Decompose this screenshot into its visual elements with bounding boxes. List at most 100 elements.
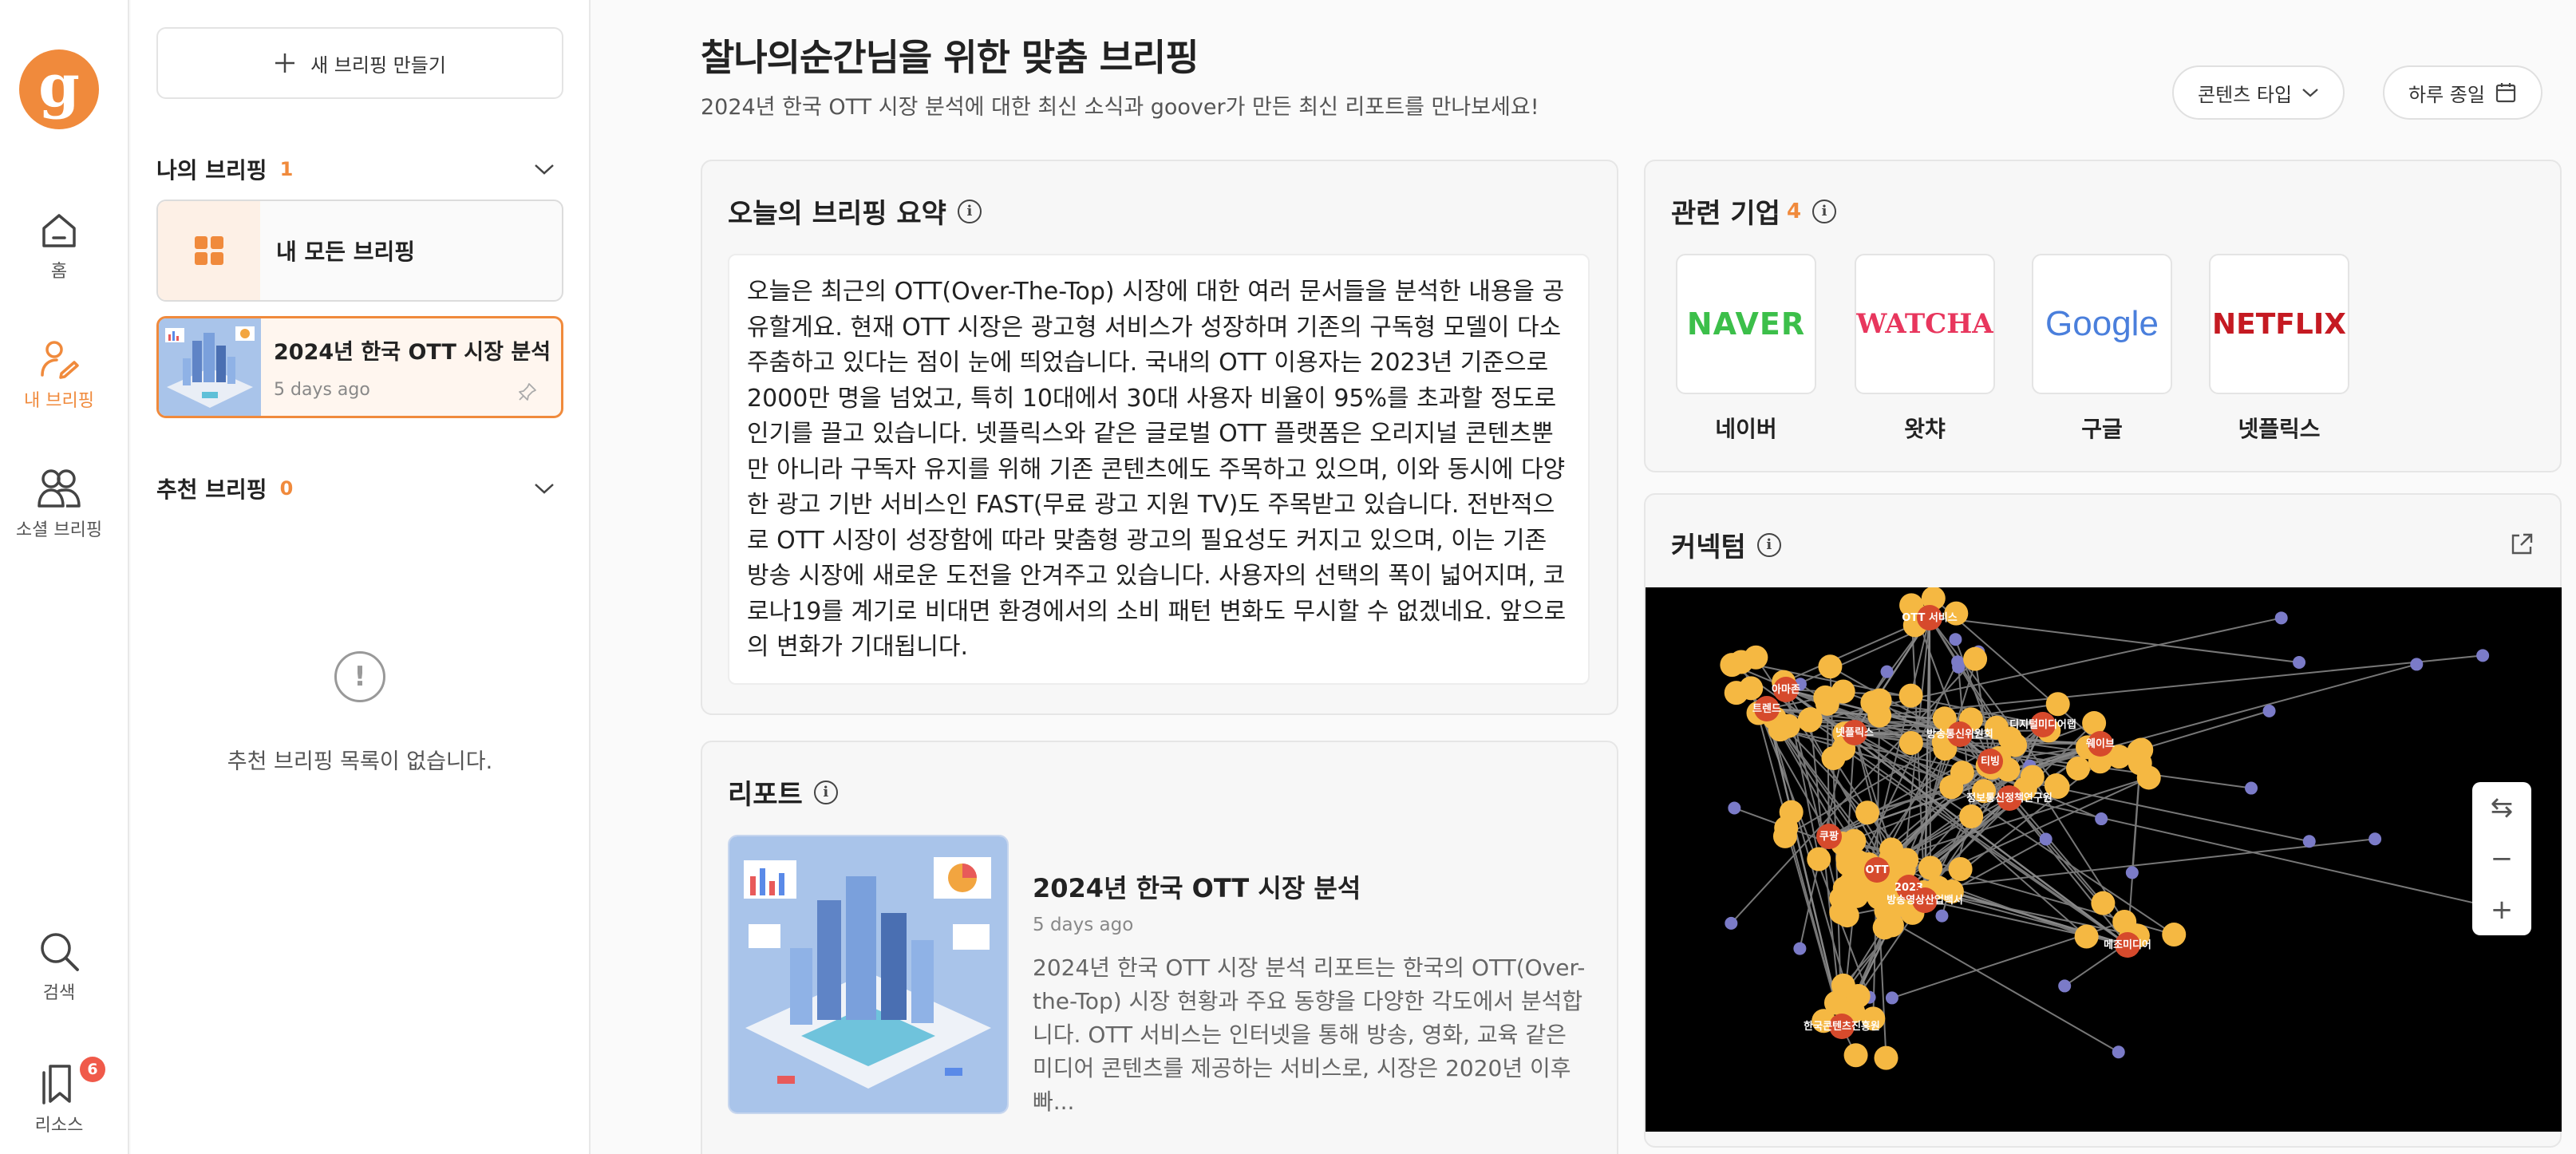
company-name: 왓챠 xyxy=(1904,416,1946,442)
info-icon[interactable]: i xyxy=(813,780,838,804)
graph-node-small xyxy=(2302,835,2316,848)
new-briefing-button[interactable]: 새 브리핑 만들기 xyxy=(156,27,563,99)
fit-view-button[interactable]: ⇆ xyxy=(2491,794,2514,821)
graph-node-label: 쿠팡 xyxy=(1819,830,1839,843)
graph-node xyxy=(1948,857,1973,882)
briefing-card-ott[interactable]: 2024년 한국 OTT 시장 분석 5 days ago xyxy=(156,316,563,418)
info-icon[interactable]: i xyxy=(957,199,982,223)
graph-node-small xyxy=(2245,781,2258,795)
graph-node-label: 한국콘텐츠진흥원 xyxy=(1804,1020,1880,1033)
rail-label-social: 소셜 브리핑 xyxy=(15,520,103,540)
netflix-logo: NETFLIX xyxy=(2209,254,2349,394)
report-header: 리포트 i xyxy=(728,773,838,812)
graph-node xyxy=(1894,848,1919,872)
connectome-graph[interactable]: OTT 서비스아마존트렌드넷플릭스 방송통신위원회 디지털미디어랩웨이브티빙정보통신… xyxy=(1646,587,2562,1132)
content-type-label: 콘텐츠 타입 xyxy=(2198,83,2293,106)
rail-item-home[interactable]: 홈 xyxy=(0,209,118,283)
graph-node-small xyxy=(1725,916,1738,930)
external-link-icon[interactable] xyxy=(2509,532,2535,557)
zoom-in-button[interactable]: + xyxy=(2491,896,2514,923)
schedule-dropdown[interactable]: 하루 종일 xyxy=(2383,65,2542,120)
report-thumbnail[interactable] xyxy=(728,835,1009,1114)
graph-node-small xyxy=(2058,979,2072,993)
graph-node xyxy=(1855,800,1880,825)
graph-node-label: 정보통신정책연구원 xyxy=(1966,792,2053,804)
graph-node-small xyxy=(1728,801,1741,815)
calendar-icon xyxy=(2495,83,2516,103)
my-briefing-icon xyxy=(41,341,79,379)
graph-node-small xyxy=(2095,812,2108,826)
my-briefing-count: 1 xyxy=(279,158,294,180)
connectome-title: 커넥텀 xyxy=(1671,532,1746,563)
graph-node-label: 방송통신위원회 xyxy=(1926,728,1993,741)
report-title[interactable]: 2024년 한국 OTT 시장 분석 xyxy=(1033,868,1361,905)
chevron-down-icon[interactable] xyxy=(533,481,555,496)
pin-icon[interactable] xyxy=(518,382,537,401)
graph-node xyxy=(1821,745,1846,770)
my-briefing-section-header[interactable]: 나의 브리핑 1 xyxy=(156,153,563,185)
graph-node xyxy=(2065,756,2090,781)
graph-node xyxy=(1744,645,1768,670)
graph-node xyxy=(2045,692,2070,717)
graph-node xyxy=(1739,676,1764,701)
graph-node-label: OTT 서비스 xyxy=(1902,612,1958,624)
goover-logo[interactable]: g xyxy=(19,49,99,129)
empty-message: 추천 브리핑 목록이 없습니다. xyxy=(227,749,493,774)
rail-item-resources[interactable]: 6 리소스 xyxy=(0,1057,118,1136)
info-icon[interactable]: i xyxy=(1812,199,1837,223)
graph-node-small xyxy=(2125,866,2139,879)
summary-title: 오늘의 브리핑 요약 xyxy=(728,198,946,230)
graph-node-small xyxy=(2293,656,2306,670)
summary-header: 오늘의 브리핑 요약 i xyxy=(728,192,982,231)
google-logo: Google xyxy=(2032,254,2172,394)
rail-item-social[interactable]: 소셜 브리핑 xyxy=(0,468,118,541)
graph-node xyxy=(1898,683,1923,708)
rail-item-search[interactable]: 검색 xyxy=(0,929,118,1004)
company-naver[interactable]: NAVER 네이버 xyxy=(1676,254,1816,444)
graph-node-small xyxy=(2476,649,2490,662)
info-icon[interactable]: i xyxy=(1756,532,1781,557)
all-briefings-card[interactable]: 내 모든 브리핑 xyxy=(156,200,563,302)
graph-node xyxy=(1959,804,1984,828)
search-icon xyxy=(41,933,79,971)
bookmark-icon xyxy=(42,1065,71,1105)
graph-node xyxy=(1843,1043,1868,1068)
graph-node xyxy=(1831,679,1855,704)
connectome-header: 커넥텀 i xyxy=(1671,525,1781,564)
resource-count-badge: 6 xyxy=(80,1057,105,1082)
content-type-dropdown[interactable]: 콘텐츠 타입 xyxy=(2172,65,2345,120)
graph-node-small xyxy=(2369,832,2382,846)
graph-node xyxy=(1818,654,1843,679)
companies-count: 4 xyxy=(1786,199,1802,223)
company-watcha[interactable]: WATCHA 왓챠 xyxy=(1855,254,1995,444)
company-google[interactable]: Google 구글 xyxy=(2032,254,2172,444)
graph-node-label: 트렌드 xyxy=(1752,702,1781,715)
report-description: 2024년 한국 OTT 시장 분석 리포트는 한국의 OTT(Over-the… xyxy=(1033,954,1586,1115)
graph-node-label: 디지털미디어랩 xyxy=(2009,718,2076,731)
graph-node-small xyxy=(1793,942,1807,955)
company-netflix[interactable]: NETFLIX 넷플릭스 xyxy=(2209,254,2349,444)
graph-node xyxy=(1831,973,1855,998)
all-briefings-thumb xyxy=(158,201,260,300)
recommended-section-header[interactable]: 추천 브리핑 0 xyxy=(156,472,563,504)
rail-label-home: 홈 xyxy=(50,262,68,282)
graph-node-small xyxy=(1885,991,1898,1005)
chevron-down-icon[interactable] xyxy=(533,162,555,176)
new-briefing-label: 새 브리핑 만들기 xyxy=(310,53,446,77)
plus-icon xyxy=(275,53,295,73)
graph-node-small xyxy=(1935,909,1949,923)
report-section-title: 리포트 xyxy=(728,779,803,811)
rail-label-search: 검색 xyxy=(42,983,76,1003)
graph-node xyxy=(1898,731,1923,756)
graph-node-small xyxy=(2262,704,2276,717)
briefing-card-title: 2024년 한국 OTT 시장 분석 xyxy=(274,340,551,365)
city-illustration-thumb xyxy=(159,318,261,416)
page-subtitle: 2024년 한국 OTT 시장 분석에 대한 최신 소식과 goover가 만든… xyxy=(701,95,1539,120)
graph-node xyxy=(2003,733,2028,757)
city-illustration xyxy=(729,836,1007,1113)
graph-node xyxy=(1835,852,1860,877)
graph-node-small xyxy=(2274,611,2288,625)
rail-item-my-briefing[interactable]: 내 브리핑 xyxy=(0,338,118,412)
graph-node-small xyxy=(2039,832,2053,846)
zoom-out-button[interactable]: − xyxy=(2491,845,2514,872)
